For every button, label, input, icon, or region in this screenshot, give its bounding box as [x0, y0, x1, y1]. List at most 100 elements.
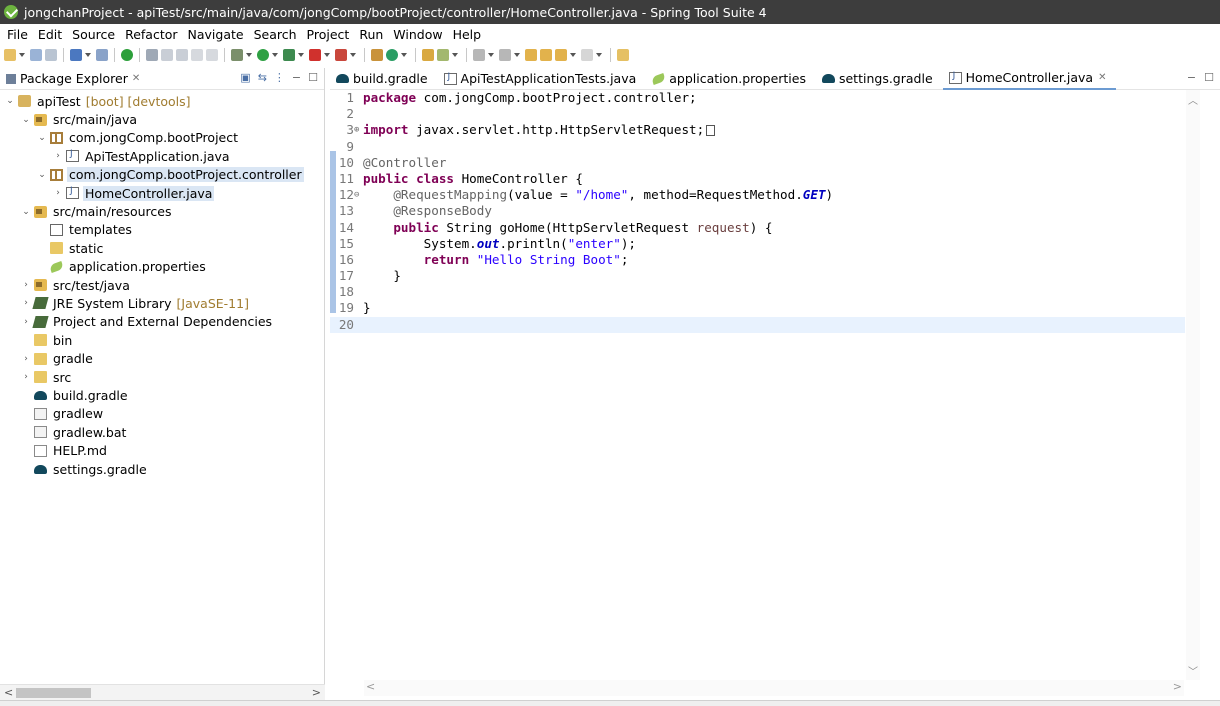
- previous-annotation-icon[interactable]: [499, 49, 511, 61]
- code-line[interactable]: 18: [330, 284, 1185, 300]
- tree-item[interactable]: › JRE System Library [JavaSE-11]: [0, 294, 325, 312]
- tree-item[interactable]: templates: [0, 221, 325, 239]
- chevron-down-icon[interactable]: [350, 53, 356, 57]
- skip-breakpoints-icon[interactable]: [96, 49, 108, 61]
- new-icon[interactable]: [4, 49, 16, 61]
- chevron-right-icon[interactable]: ›: [20, 280, 32, 290]
- chevron-down-icon[interactable]: [298, 53, 304, 57]
- tree-item[interactable]: ⌄ src/main/java: [0, 110, 325, 128]
- chevron-right-icon[interactable]: ›: [52, 151, 64, 161]
- open-task-icon[interactable]: [437, 49, 449, 61]
- chevron-down-icon[interactable]: ⌄: [20, 115, 32, 125]
- chevron-right-icon[interactable]: ›: [20, 372, 32, 382]
- code-line[interactable]: 1 package com.jongComp.bootProject.contro…: [330, 90, 1185, 106]
- close-icon[interactable]: ✕: [132, 73, 140, 84]
- collapse-all-icon[interactable]: ▣: [240, 71, 250, 84]
- editor-tab[interactable]: application.properties: [646, 68, 816, 90]
- run-external-tool-icon[interactable]: [283, 49, 295, 61]
- close-icon[interactable]: ✕: [1098, 72, 1106, 83]
- back-icon[interactable]: [555, 49, 567, 61]
- menu-refactor[interactable]: Refactor: [120, 27, 182, 42]
- chevron-down-icon[interactable]: [246, 53, 252, 57]
- last-edit-icon[interactable]: [525, 49, 537, 61]
- chevron-down-icon[interactable]: [596, 53, 602, 57]
- vertical-scrollbar[interactable]: ︿ ﹀: [1186, 90, 1200, 680]
- chevron-up-icon[interactable]: ︿: [1188, 92, 1198, 107]
- new-java-package-icon[interactable]: [371, 49, 383, 61]
- tree-item[interactable]: static: [0, 239, 325, 257]
- tree-item[interactable]: › HomeController.java: [0, 184, 325, 202]
- menu-window[interactable]: Window: [388, 27, 447, 42]
- spring-boot-dashboard-icon[interactable]: [121, 49, 133, 61]
- tree-item[interactable]: HELP.md: [0, 441, 325, 459]
- tree-item[interactable]: ⌄ src/main/resources: [0, 202, 325, 220]
- run-icon[interactable]: [257, 49, 269, 61]
- code-line[interactable]: 11 public class HomeController {: [330, 171, 1185, 187]
- pin-icon[interactable]: [146, 49, 158, 61]
- chevron-down-icon[interactable]: ⌄: [36, 170, 48, 180]
- tree-item[interactable]: › Project and External Dependencies: [0, 313, 325, 331]
- mark-occurrences-icon[interactable]: [161, 49, 173, 61]
- forward-icon[interactable]: [581, 49, 593, 61]
- maximize-icon[interactable]: ☐: [1204, 71, 1214, 84]
- expand-fold-icon[interactable]: ⊕: [354, 122, 359, 138]
- editor-tab[interactable]: HomeController.java ✕: [942, 67, 1117, 90]
- minimize-icon[interactable]: −: [1187, 71, 1196, 84]
- code-line[interactable]: 19}: [330, 300, 1185, 316]
- save-all-icon[interactable]: [45, 49, 57, 61]
- chevron-right-icon[interactable]: >: [1173, 680, 1182, 693]
- chevron-right-icon[interactable]: >: [312, 686, 321, 699]
- code-line[interactable]: 16 return "Hello String Boot";: [330, 252, 1185, 268]
- block-selection-icon[interactable]: [176, 49, 188, 61]
- editor-horizontal-scrollbar[interactable]: < >: [364, 680, 1184, 696]
- stop-icon[interactable]: [309, 49, 321, 61]
- view-menu-icon[interactable]: ⋮: [274, 71, 285, 84]
- new-java-class-icon[interactable]: [386, 49, 398, 61]
- tree-item[interactable]: settings.gradle: [0, 460, 325, 478]
- chevron-down-icon[interactable]: [452, 53, 458, 57]
- editor-tab[interactable]: settings.gradle: [816, 68, 943, 90]
- chevron-down-icon[interactable]: [324, 53, 330, 57]
- chevron-right-icon[interactable]: ›: [52, 188, 64, 198]
- debug-icon[interactable]: [231, 49, 243, 61]
- save-icon[interactable]: [30, 49, 42, 61]
- chevron-down-icon[interactable]: [514, 53, 520, 57]
- code-line[interactable]: 12 ⊖ @RequestMapping(value = "/home", met…: [330, 187, 1185, 203]
- link-with-editor-icon[interactable]: ⇆: [258, 71, 267, 84]
- chevron-right-icon[interactable]: ›: [20, 298, 32, 308]
- tree-item[interactable]: › src/test/java: [0, 276, 325, 294]
- tree-item[interactable]: gradlew.bat: [0, 423, 325, 441]
- open-type-icon[interactable]: [422, 49, 434, 61]
- menu-run[interactable]: Run: [354, 27, 388, 42]
- chevron-down-icon[interactable]: ⌄: [36, 133, 48, 143]
- menu-search[interactable]: Search: [249, 27, 302, 42]
- chevron-right-icon[interactable]: ›: [20, 354, 32, 364]
- code-line[interactable]: 13 @ResponseBody: [330, 203, 1185, 219]
- chevron-down-icon[interactable]: [19, 53, 25, 57]
- maximize-icon[interactable]: ☐: [308, 71, 318, 84]
- menu-help[interactable]: Help: [448, 27, 487, 42]
- tree-item[interactable]: › ApiTestApplication.java: [0, 147, 325, 165]
- editor-tab[interactable]: build.gradle: [330, 68, 438, 90]
- collapse-fold-icon[interactable]: ⊖: [354, 187, 359, 203]
- tree-item[interactable]: › src: [0, 368, 325, 386]
- code-area[interactable]: 1 package com.jongComp.bootProject.contro…: [330, 90, 1185, 680]
- code-line[interactable]: 10 @Controller: [330, 155, 1185, 171]
- tree-item[interactable]: ⌄ com.jongComp.bootProject: [0, 129, 325, 147]
- tree-item[interactable]: gradlew: [0, 405, 325, 423]
- menu-file[interactable]: File: [2, 27, 33, 42]
- tree-item[interactable]: bin: [0, 331, 325, 349]
- code-line[interactable]: 2: [330, 106, 1185, 122]
- horizontal-scrollbar[interactable]: < >: [0, 684, 325, 700]
- chevron-down-icon[interactable]: ⌄: [20, 207, 32, 217]
- tree-item[interactable]: build.gradle: [0, 386, 325, 404]
- chevron-down-icon[interactable]: ﹀: [1188, 663, 1198, 678]
- tree-item[interactable]: ⌄ com.jongComp.bootProject.controller: [0, 166, 325, 184]
- next-annotation-icon[interactable]: [473, 49, 485, 61]
- menu-source[interactable]: Source: [67, 27, 120, 42]
- whitespace-icon[interactable]: [191, 49, 203, 61]
- chevron-down-icon[interactable]: ⌄: [4, 96, 16, 106]
- editor-tab[interactable]: ApiTestApplicationTests.java: [438, 68, 647, 90]
- terminal-icon[interactable]: [70, 49, 82, 61]
- code-line[interactable]: 3 ⊕ import javax.servlet.http.HttpServletR…: [330, 122, 1185, 138]
